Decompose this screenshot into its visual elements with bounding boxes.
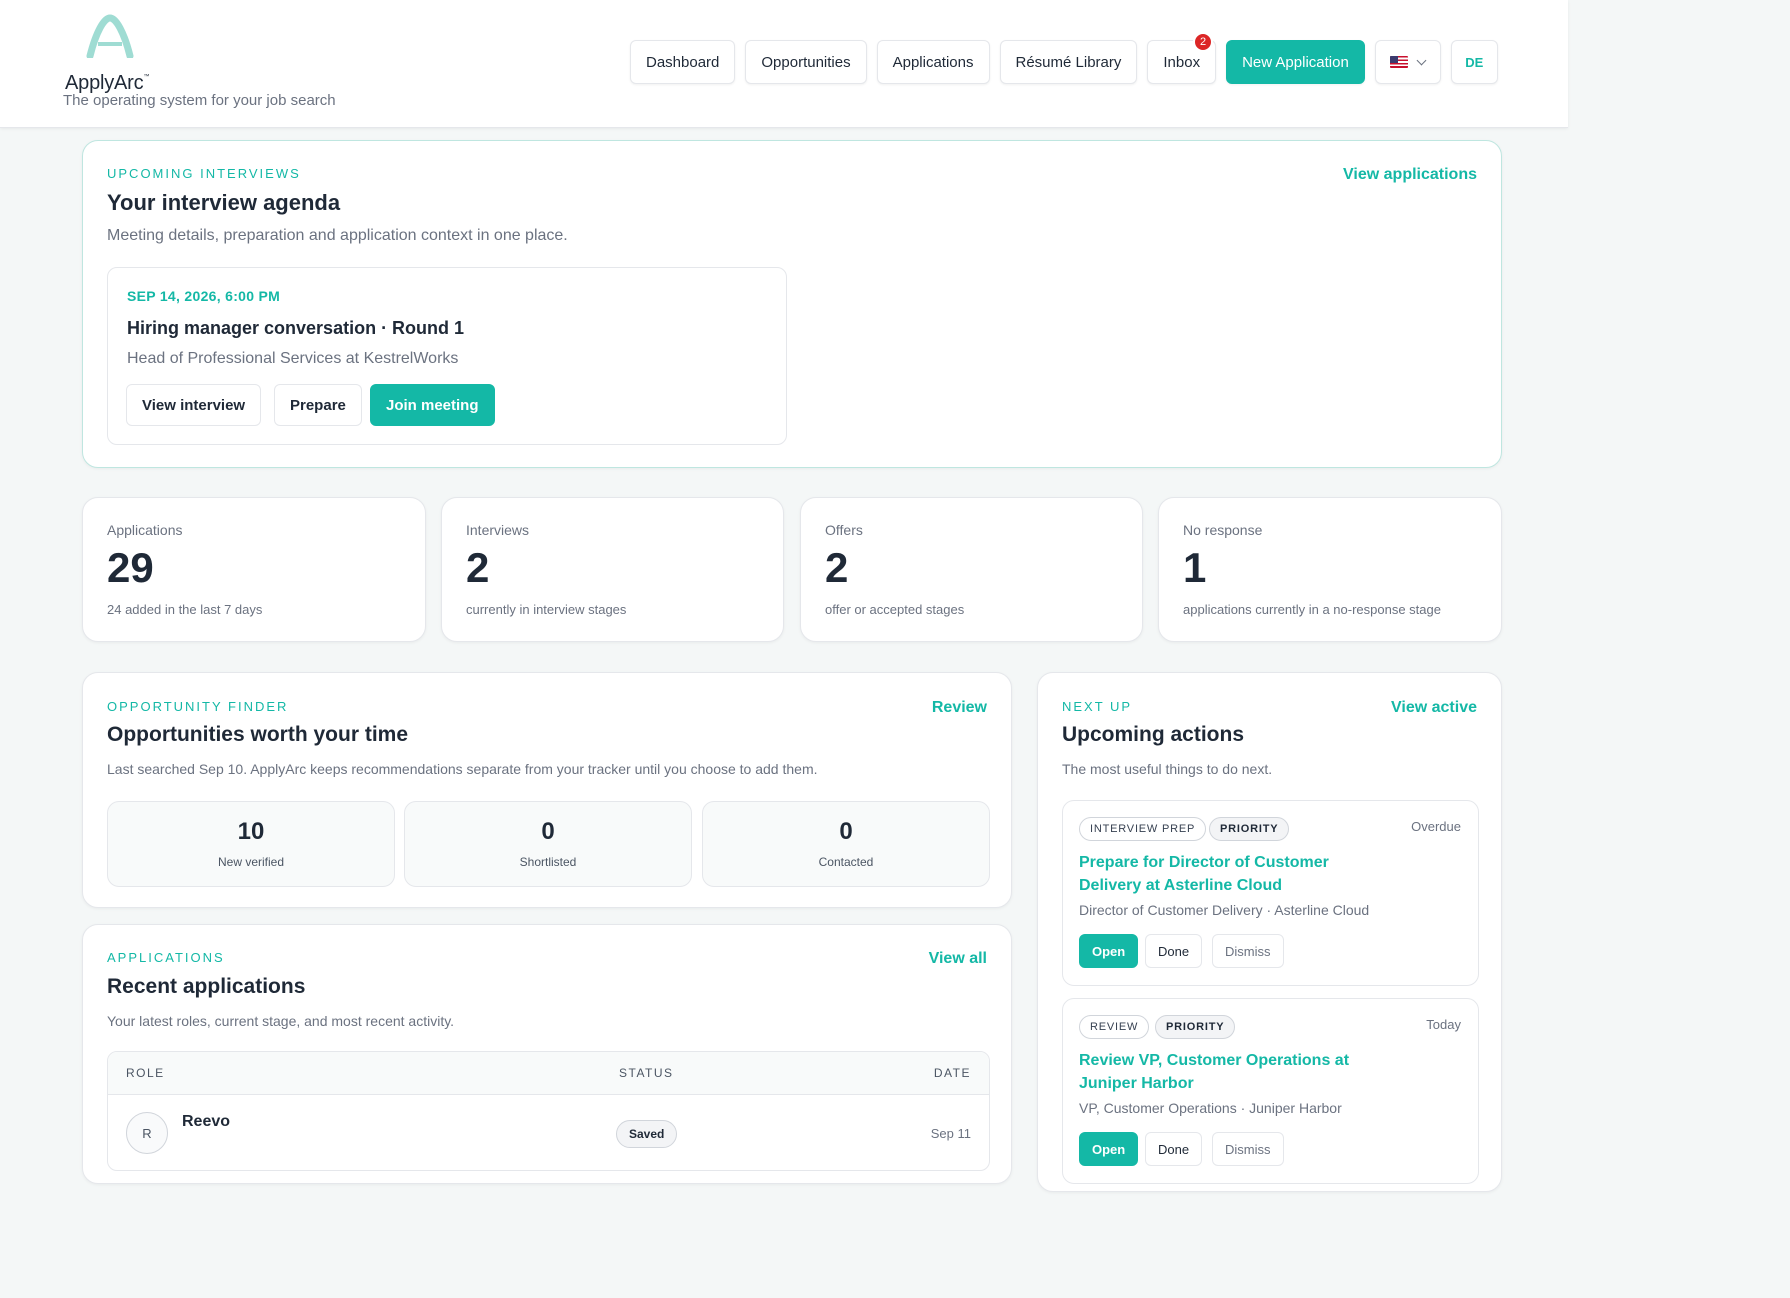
top-header: ApplyArc™ The operating system for your … (0, 0, 1568, 128)
company-avatar: R (126, 1112, 168, 1154)
brand-tagline: The operating system for your job search (63, 92, 336, 109)
done-button[interactable]: Done (1145, 1132, 1203, 1166)
metric-label: Contacted (818, 855, 874, 869)
interviews-title: Your interview agenda (107, 190, 341, 215)
metric-label: New verified (217, 855, 285, 869)
stat-value: 2 (466, 544, 490, 591)
review-link[interactable]: Review (932, 699, 987, 717)
stat-value: 1 (1183, 544, 1207, 591)
finder-metric-contacted[interactable]: 0 Contacted (702, 801, 990, 887)
applyarc-logo[interactable]: ApplyArc™ (64, 14, 164, 94)
open-button[interactable]: Open (1079, 934, 1139, 968)
column-date: DATE (933, 1066, 971, 1080)
finder-metric-shortlisted[interactable]: 0 Shortlisted (404, 801, 692, 887)
finder-metric-new-verified[interactable]: 10 New verified (107, 801, 395, 887)
due-label: Overdue (1411, 819, 1461, 834)
column-status: STATUS (619, 1066, 674, 1080)
metric-value: 10 (237, 818, 265, 845)
stat-note: currently in interview stages (466, 602, 627, 617)
recent-applications-card: APPLICATIONS Recent applications Your la… (82, 924, 1012, 1184)
metric-value: 0 (839, 818, 853, 845)
action-category-tag: INTERVIEW PREP (1079, 817, 1207, 841)
nav-applications[interactable]: Applications (876, 40, 990, 84)
open-button[interactable]: Open (1079, 1132, 1139, 1166)
priority-tag: PRIORITY (1209, 817, 1290, 841)
priority-tag: PRIORITY (1155, 1015, 1236, 1039)
interviews-subtitle: Meeting details, preparation and applica… (107, 227, 568, 244)
dismiss-button[interactable]: Dismiss (1212, 934, 1284, 968)
next-up-subtitle: The most useful things to do next. (1062, 761, 1273, 777)
nav-dashboard[interactable]: Dashboard (630, 40, 736, 84)
finder-title: Opportunities worth your time (107, 723, 409, 746)
logo-arc-icon (86, 14, 134, 58)
recent-applications-table: ROLE STATUS DATE R Reevo Saved Sep 11 (107, 1051, 990, 1171)
recent-title: Recent applications (107, 975, 306, 998)
user-avatar[interactable]: DE (1450, 40, 1498, 84)
stat-note: applications currently in a no-response … (1183, 602, 1441, 617)
interview-agenda-card: UPCOMING INTERVIEWS Your interview agend… (82, 140, 1502, 468)
stat-value: 2 (825, 544, 849, 591)
interview-item: SEP 14, 2026, 6:00 PM Hiring manager con… (107, 267, 787, 445)
prepare-button[interactable]: Prepare (274, 384, 362, 426)
metric-label: Shortlisted (519, 855, 577, 869)
row-date: Sep 11 (930, 1126, 971, 1141)
upcoming-actions-card: NEXT UP Upcoming actions The most useful… (1037, 672, 1502, 1192)
join-meeting-button[interactable]: Join meeting (370, 384, 495, 426)
stat-card-interviews: Interviews 2 currently in interview stag… (441, 497, 784, 642)
action-title[interactable]: Review VP, Customer Operations at Junipe… (1079, 1049, 1379, 1095)
stat-note: 24 added in the last 7 days (107, 602, 263, 617)
column-role: ROLE (126, 1066, 165, 1080)
stat-card-applications: Applications 29 24 added in the last 7 d… (82, 497, 426, 642)
done-button[interactable]: Done (1145, 934, 1203, 968)
next-up-eyebrow: NEXT UP (1062, 699, 1133, 714)
stat-label: Interviews (466, 522, 530, 538)
interview-title: Hiring manager conversation · Round 1 (127, 318, 465, 338)
flag-us-icon (1390, 56, 1409, 68)
language-selector[interactable] (1374, 40, 1441, 84)
view-active-link[interactable]: View active (1391, 699, 1477, 717)
stat-note: offer or accepted stages (825, 602, 965, 617)
stat-card-no-response: No response 1 applications currently in … (1158, 497, 1502, 642)
nav-inbox[interactable]: Inbox 2 (1147, 32, 1217, 84)
new-application-button[interactable]: New Application (1226, 40, 1365, 84)
status-badge: Saved (616, 1120, 678, 1148)
view-interview-button[interactable]: View interview (126, 384, 262, 426)
action-item: INTERVIEW PREP PRIORITY Overdue Prepare … (1062, 800, 1479, 986)
interviews-eyebrow: UPCOMING INTERVIEWS (107, 166, 301, 181)
company-name[interactable]: Reevo (182, 1113, 230, 1131)
trademark-mark: ™ (143, 74, 150, 80)
metric-value: 0 (541, 818, 555, 845)
view-applications-link[interactable]: View applications (1343, 166, 1477, 184)
inbox-count-badge: 2 (1193, 32, 1214, 52)
dismiss-button[interactable]: Dismiss (1212, 1132, 1284, 1166)
due-label: Today (1426, 1017, 1461, 1032)
action-subtitle: VP, Customer Operations · Juniper Harbor (1079, 1100, 1342, 1116)
main-nav: Dashboard Opportunities Applications Rés… (630, 32, 1498, 84)
opportunity-finder-card: OPPORTUNITY FINDER Opportunities worth y… (82, 672, 1012, 908)
interview-datetime: SEP 14, 2026, 6:00 PM (127, 288, 281, 304)
action-title[interactable]: Prepare for Director of Customer Deliver… (1079, 851, 1379, 897)
chevron-down-icon (1416, 55, 1427, 65)
recent-subtitle: Your latest roles, current stage, and mo… (107, 1013, 455, 1029)
view-all-link[interactable]: View all (929, 950, 987, 968)
stat-label: Applications (107, 522, 183, 538)
brand-name: ApplyArc (65, 72, 144, 94)
stat-label: No response (1183, 522, 1263, 538)
recent-eyebrow: APPLICATIONS (107, 950, 225, 965)
nav-opportunities[interactable]: Opportunities (745, 40, 867, 84)
nav-resume-library[interactable]: Résumé Library (999, 40, 1138, 84)
stat-card-offers: Offers 2 offer or accepted stages (800, 497, 1143, 642)
next-up-title: Upcoming actions (1062, 723, 1245, 746)
stat-label: Offers (825, 522, 863, 538)
finder-eyebrow: OPPORTUNITY FINDER (107, 699, 289, 714)
interview-subtitle: Head of Professional Services at Kestrel… (127, 350, 459, 367)
stat-value: 29 (107, 544, 154, 591)
action-category-tag: REVIEW (1079, 1015, 1150, 1039)
table-header: ROLE STATUS DATE (108, 1052, 989, 1095)
finder-subtitle: Last searched Sep 10. ApplyArc keeps rec… (107, 761, 818, 777)
action-item: REVIEW PRIORITY Today Review VP, Custome… (1062, 998, 1479, 1184)
action-subtitle: Director of Customer Delivery · Asterlin… (1079, 902, 1370, 918)
nav-inbox-label: Inbox (1163, 53, 1201, 71)
